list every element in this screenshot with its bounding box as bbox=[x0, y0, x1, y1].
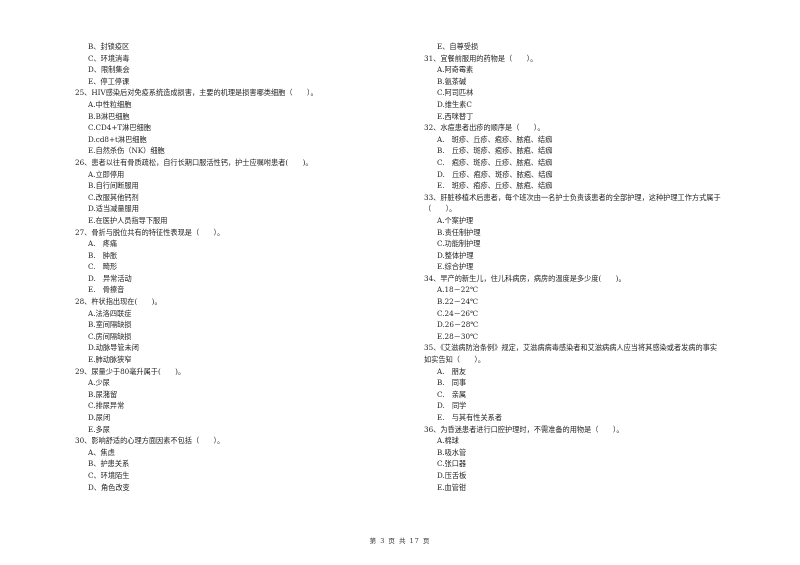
answer-option: D.整体护理 bbox=[437, 250, 474, 260]
answer-option: E. 与其有性关系者 bbox=[437, 413, 503, 422]
answer-option: C、环境消毒 bbox=[88, 53, 130, 63]
page-footer: 第 3 页 共 17 页 bbox=[369, 537, 431, 545]
answer-option: C.排尿异常 bbox=[88, 401, 125, 411]
question-text: 27、骨折与脱位共有的特征性表现是（ ）。 bbox=[75, 227, 225, 237]
question-text: 如实告知（ ）。 bbox=[424, 355, 486, 365]
answer-option: D.cd8+t淋巴细胞 bbox=[88, 134, 147, 144]
question-text: 29、尿量少于80毫升属于( )。 bbox=[75, 366, 186, 376]
answer-option: C. 畸形 bbox=[88, 262, 118, 272]
answer-option: C.功能制护理 bbox=[437, 239, 481, 249]
answer-option: C.改服其他钙剂 bbox=[88, 192, 139, 202]
answer-option: E.血管钳 bbox=[437, 482, 467, 492]
answer-option: B、护患关系 bbox=[88, 459, 130, 469]
answer-option: A. 朋友 bbox=[437, 366, 467, 376]
question-text: 33、肝脏移植术后患者，每个班次由一名护士负责该患者的全部护理，这种护理工作方式… bbox=[424, 192, 721, 202]
question-text: 30、影响舒适的心理方面因素不包括（ ）。 bbox=[75, 436, 225, 446]
answer-option: D.适当减量服用 bbox=[88, 204, 139, 214]
answer-option: D. 丘疹、疱疹、斑疹、脓疱、结痂 bbox=[437, 169, 553, 179]
answer-option: C.张口器 bbox=[437, 459, 467, 469]
answer-option: C.房间隔缺损 bbox=[88, 331, 132, 341]
answer-option: B. 肿胀 bbox=[88, 250, 118, 260]
question-text: 35、《艾滋病防治条例》规定，艾滋病病毒感染者和艾滋病病人应当将其感染或者发病的… bbox=[424, 343, 718, 353]
right-column: E、自尊受损 31、宜餐前服用的药物是（ ）。 A.阿奇霉素 B.氨茶碱 C.阿司匹林 D… bbox=[424, 41, 774, 493]
answer-option: C、环境陌生 bbox=[88, 470, 130, 480]
question-text: 26、患者以往有骨质疏松，自行长期口服活性钙，护士应嘱咐患者( )。 bbox=[75, 157, 313, 167]
answer-option: E.肺动脉狭窄 bbox=[88, 355, 132, 365]
answer-option: C.CD4+T淋巴细胞 bbox=[88, 123, 151, 133]
question-text: 36、为昏迷患者进行口腔护理时，不需准备的用物是（ ）。 bbox=[424, 424, 624, 434]
answer-option: E.多尿 bbox=[88, 424, 110, 434]
answer-option: A.少尿 bbox=[88, 378, 110, 388]
answer-option: E. 骨擦音 bbox=[88, 285, 125, 295]
answer-option: B.室间隔缺损 bbox=[88, 320, 132, 330]
answer-option: B.责任制护理 bbox=[437, 227, 481, 237]
answer-option: B.B淋巴细胞 bbox=[88, 111, 130, 121]
answer-option: B.吸水管 bbox=[437, 447, 467, 457]
answer-option: E、停工停课 bbox=[88, 76, 130, 86]
question-text: 28、杵状指出现在( )。 bbox=[75, 297, 162, 307]
answer-option: D.26－28℃ bbox=[437, 320, 479, 330]
answer-option: D.动脉导管未闭 bbox=[88, 343, 139, 353]
answer-option: D. 异常活动 bbox=[88, 273, 132, 283]
answer-option: A.18－22℃ bbox=[437, 285, 478, 295]
left-column: B、封锁疫区 C、环境消毒 D、限制集会 E、停工停课 25、HIV感染后对免疫系统造成… bbox=[75, 41, 395, 493]
question-text: 25、HIV感染后对免疫系统造成损害，主要的机理是损害哪类细胞（ ）。 bbox=[75, 88, 318, 98]
answer-option: D.维生素C bbox=[437, 99, 472, 109]
answer-option: A. 疼痛 bbox=[88, 239, 118, 249]
question-text: （ ）。 bbox=[424, 204, 457, 214]
answer-option: C. 亲属 bbox=[437, 389, 467, 399]
answer-option: D、角色改变 bbox=[88, 482, 130, 492]
answer-option: A. 斑疹、丘疹、疱疹、脓疱、结痂 bbox=[437, 134, 553, 144]
answer-option: E.自然杀伤（NK）细胞 bbox=[88, 146, 165, 156]
answer-option: E、自尊受损 bbox=[437, 42, 479, 51]
answer-option: E.28－30℃ bbox=[437, 331, 479, 341]
answer-option: B. 同事 bbox=[437, 378, 467, 388]
answer-option: B.尿潴留 bbox=[88, 389, 118, 399]
answer-option: A.阿奇霉素 bbox=[437, 65, 474, 75]
question-text: 34、早产的新生儿，住儿科病房，病房的温度是多少度( )。 bbox=[424, 273, 626, 283]
answer-option: E.在医护人员指导下服用 bbox=[88, 215, 168, 225]
answer-option: A.棉球 bbox=[437, 436, 459, 446]
answer-option: B. 丘疹、斑疹、疱疹、脓疱、结痂 bbox=[437, 146, 553, 156]
answer-option: A.中性粒细胞 bbox=[88, 99, 132, 109]
answer-option: D. 同学 bbox=[437, 401, 467, 411]
answer-option: E. 斑疹、疱疹、丘疹、脓疱、结痂 bbox=[437, 181, 553, 191]
answer-option: B.氨茶碱 bbox=[437, 76, 467, 86]
answer-option: A.立即停用 bbox=[88, 169, 125, 179]
answer-option: E.综合护理 bbox=[437, 262, 474, 272]
answer-option: B.22－24℃ bbox=[437, 297, 479, 307]
answer-option: A.法洛四联症 bbox=[88, 308, 132, 318]
question-text: 32、水痘患者出疹的顺序是（ ）。 bbox=[424, 123, 545, 133]
answer-option: C.24－26℃ bbox=[437, 308, 479, 318]
answer-option: B.自行间断服用 bbox=[88, 181, 139, 191]
answer-option: B、封锁疫区 bbox=[88, 42, 130, 51]
answer-option: E.西咪替丁 bbox=[437, 111, 474, 121]
answer-option: D、限制集会 bbox=[88, 65, 130, 75]
answer-option: C. 疱疹、斑疹、丘疹、脓疱、结痂 bbox=[437, 157, 553, 167]
answer-option: C.阿司匹林 bbox=[437, 88, 474, 98]
question-text: 31、宜餐前服用的药物是（ ）。 bbox=[424, 53, 538, 63]
answer-option: D.压舌板 bbox=[437, 470, 467, 480]
answer-option: A、焦虑 bbox=[88, 447, 115, 457]
answer-option: A.个案护理 bbox=[437, 215, 474, 225]
answer-option: D.尿闭 bbox=[88, 413, 111, 422]
